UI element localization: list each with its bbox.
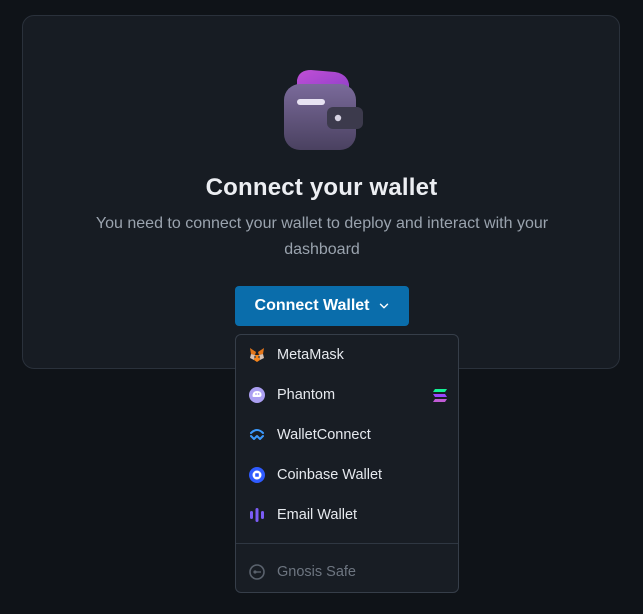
menu-item-label: Email Wallet	[277, 507, 358, 523]
menu-item-gnosis-safe: Gnosis Safe	[236, 552, 458, 592]
chevron-down-icon	[380, 303, 389, 309]
gnosis-safe-icon	[248, 563, 266, 581]
metamask-fox-icon	[248, 346, 266, 364]
menu-item-email-wallet[interactable]: Email Wallet	[236, 495, 458, 535]
menu-item-phantom[interactable]: Phantom	[236, 375, 458, 415]
menu-item-label: Phantom	[277, 387, 336, 403]
phantom-ghost-icon	[248, 386, 266, 404]
connect-wallet-label: Connect Wallet	[254, 297, 370, 314]
page-subtitle: You need to connect your wallet to deplo…	[95, 215, 549, 258]
wallet-icon	[284, 70, 363, 150]
menu-item-label: MetaMask	[277, 347, 344, 363]
menu-item-metamask[interactable]: MetaMask	[236, 335, 458, 375]
menu-item-label: WalletConnect	[277, 427, 371, 443]
page: Connect your wallet You need to connect …	[0, 0, 643, 614]
walletconnect-icon	[248, 426, 266, 444]
solana-icon	[433, 389, 447, 402]
coinbase-icon	[248, 466, 266, 484]
menu-item-label: Coinbase Wallet	[277, 467, 383, 483]
wallet-dropdown-menu: MetaMask Phantom WalletConnect Coinbase …	[235, 334, 459, 593]
connect-wallet-button[interactable]: Connect Wallet	[235, 286, 409, 326]
menu-item-label: Gnosis Safe	[277, 564, 356, 580]
email-wallet-icon	[248, 506, 266, 524]
menu-item-walletconnect[interactable]: WalletConnect	[236, 415, 458, 455]
menu-item-coinbase[interactable]: Coinbase Wallet	[236, 455, 458, 495]
page-title: Connect your wallet	[205, 174, 438, 201]
menu-divider	[236, 543, 458, 544]
